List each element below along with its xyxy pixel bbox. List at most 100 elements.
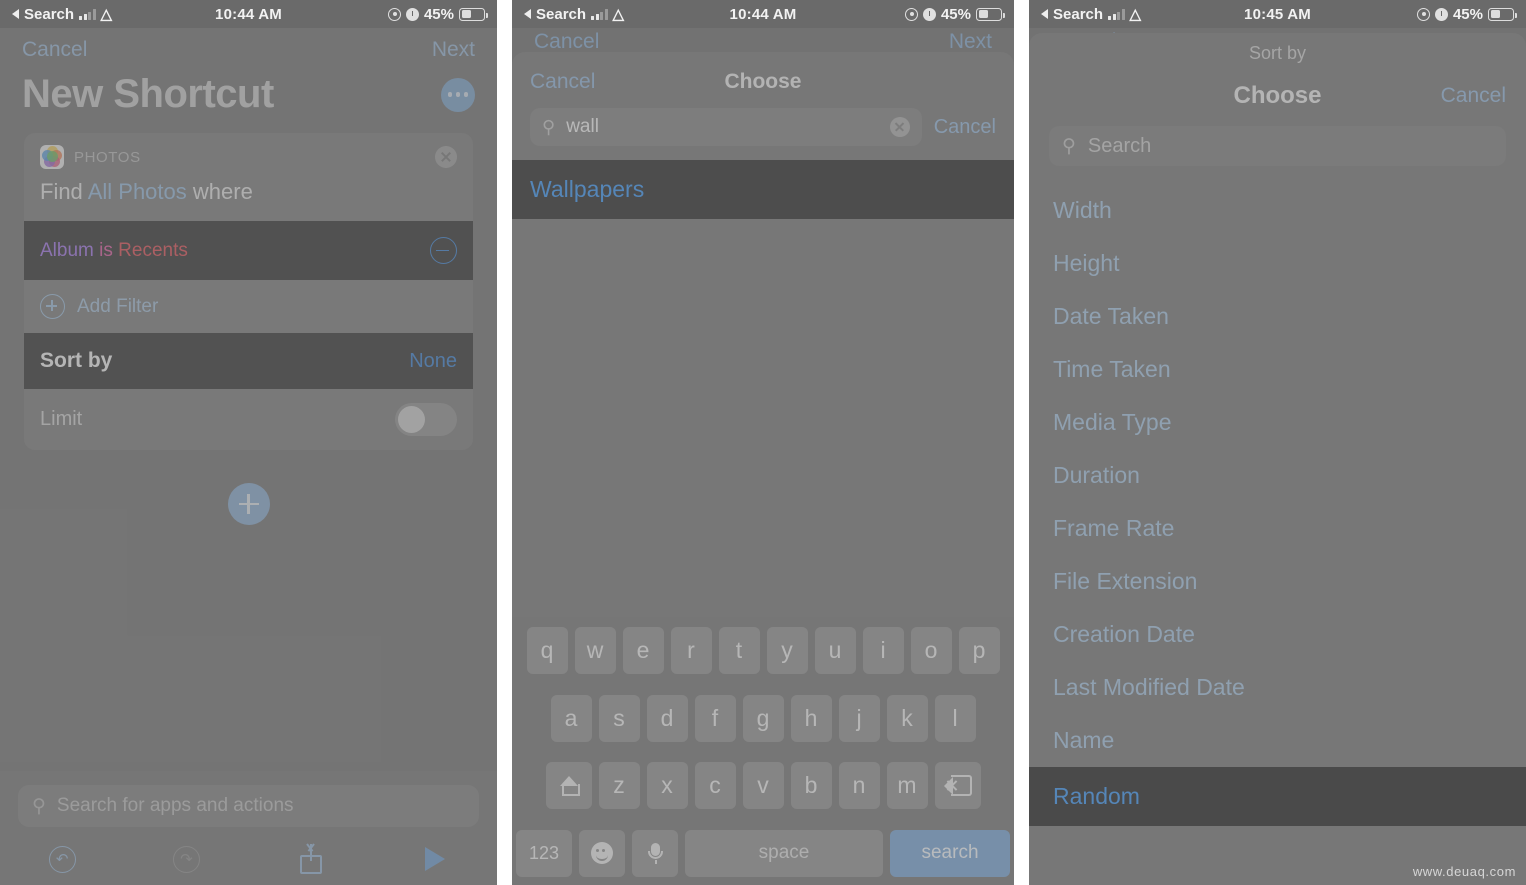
- add-filter-row[interactable]: Add Filter: [24, 280, 473, 333]
- sheet-cancel-button[interactable]: Cancel: [530, 70, 640, 94]
- search-key[interactable]: search: [890, 829, 1010, 877]
- panel-divider-1: [497, 0, 512, 885]
- key-w[interactable]: w: [574, 627, 616, 674]
- album-search-input[interactable]: ⚲ wall: [530, 108, 922, 146]
- key-b[interactable]: b: [790, 762, 832, 810]
- clear-search-icon[interactable]: [889, 117, 910, 137]
- sheet-top-title: Sort by: [1248, 43, 1307, 63]
- key-a[interactable]: a: [550, 694, 592, 742]
- key-z[interactable]: z: [598, 762, 640, 810]
- key-m[interactable]: m: [886, 762, 928, 810]
- sort-option-name[interactable]: Name: [1029, 714, 1526, 767]
- filter-expression: Album is Recents: [40, 240, 430, 262]
- key-u[interactable]: u: [814, 627, 856, 674]
- keyboard-row-2: a s d f g h j k l: [516, 694, 1010, 742]
- battery-percent-label: 45%: [1452, 5, 1483, 23]
- search-actions-field[interactable]: ⚲ Search for apps and actions: [18, 785, 479, 827]
- more-options-button[interactable]: [441, 77, 475, 112]
- delete-key[interactable]: [934, 762, 981, 810]
- watermark: www.deuaq.com: [1412, 864, 1516, 879]
- shift-icon: [558, 775, 580, 797]
- sort-option-creation-date[interactable]: Creation Date: [1029, 608, 1526, 661]
- sort-option-width[interactable]: Width: [1029, 184, 1526, 237]
- find-statement: Find All Photos where: [24, 175, 473, 221]
- sort-option-time-taken[interactable]: Time Taken: [1029, 343, 1526, 396]
- battery-icon: [459, 7, 488, 21]
- sort-option-height[interactable]: Height: [1029, 237, 1526, 290]
- key-v[interactable]: v: [742, 762, 784, 810]
- key-i[interactable]: i: [862, 627, 904, 674]
- filter-value-label[interactable]: Recents: [118, 240, 188, 261]
- sort-option-duration[interactable]: Duration: [1029, 449, 1526, 502]
- next-button[interactable]: Next: [432, 38, 475, 62]
- key-x[interactable]: x: [646, 762, 688, 810]
- search-placeholder: Search for apps and actions: [56, 795, 294, 816]
- limit-toggle[interactable]: [395, 403, 457, 436]
- key-p[interactable]: p: [958, 627, 1000, 674]
- limit-row[interactable]: Limit: [24, 389, 473, 450]
- status-bar: Search △ 10:44 AM 45%: [512, 0, 1014, 28]
- sort-search-input[interactable]: ⚲ Search: [1049, 126, 1506, 166]
- play-button[interactable]: [373, 847, 497, 871]
- sheet-cancel-button[interactable]: Cancel: [1396, 84, 1506, 108]
- status-right: 45%: [387, 6, 488, 23]
- key-d[interactable]: d: [646, 694, 688, 742]
- key-g[interactable]: g: [742, 694, 784, 742]
- key-f[interactable]: f: [694, 694, 736, 742]
- key-n[interactable]: n: [838, 762, 880, 810]
- space-key[interactable]: space: [685, 829, 883, 877]
- onscreen-keyboard: q w e r t y u i o p a s d f g h j k l z …: [512, 617, 1014, 885]
- sort-by-value[interactable]: None: [409, 350, 457, 373]
- filter-field-label[interactable]: Album: [40, 240, 94, 261]
- key-e[interactable]: e: [622, 627, 664, 674]
- filter-operator-label[interactable]: is: [99, 240, 113, 261]
- key-q[interactable]: q: [526, 627, 568, 674]
- cancel-button-background: Cancel: [534, 30, 600, 53]
- cancel-button[interactable]: Cancel: [22, 38, 87, 62]
- sort-option-file-extension[interactable]: File Extension: [1029, 555, 1526, 608]
- page-title: New Shortcut: [22, 72, 274, 116]
- sort-option-date-taken[interactable]: Date Taken: [1029, 290, 1526, 343]
- editor-toolbar: ↶ ↷: [0, 833, 497, 885]
- filter-row[interactable]: Album is Recents: [24, 221, 473, 280]
- key-l[interactable]: l: [934, 694, 976, 742]
- key-c[interactable]: c: [694, 762, 736, 810]
- photos-action-card[interactable]: PHOTOS Find All Photos where Album is Re…: [24, 133, 473, 450]
- add-action-button[interactable]: [227, 483, 270, 525]
- redo-button[interactable]: ↷: [124, 845, 248, 873]
- status-bar: Search △ 10:44 AM 45%: [0, 0, 497, 28]
- sheet-title: Choose: [1233, 82, 1322, 109]
- remove-filter-icon[interactable]: [430, 237, 457, 264]
- remove-action-icon[interactable]: [435, 146, 457, 168]
- key-h[interactable]: h: [790, 694, 832, 742]
- sort-option-last-modified-date[interactable]: Last Modified Date: [1029, 661, 1526, 714]
- microphone-icon: [647, 842, 663, 864]
- alarm-clock-icon: [1434, 7, 1448, 21]
- sort-option-random[interactable]: Random: [1029, 767, 1526, 826]
- sheet-search-row: ⚲ wall Cancel: [512, 104, 1014, 160]
- numbers-key[interactable]: 123: [516, 829, 572, 877]
- undo-button[interactable]: ↶: [0, 845, 124, 873]
- sort-option-media-type[interactable]: Media Type: [1029, 396, 1526, 449]
- battery-icon: [976, 7, 1005, 21]
- key-k[interactable]: k: [886, 694, 928, 742]
- key-y[interactable]: y: [766, 627, 808, 674]
- key-t[interactable]: t: [718, 627, 760, 674]
- share-button[interactable]: [249, 844, 373, 874]
- keyboard-row-1: q w e r t y u i o p: [516, 627, 1010, 674]
- sort-option-frame-rate[interactable]: Frame Rate: [1029, 502, 1526, 555]
- find-value-button[interactable]: All Photos: [88, 179, 187, 204]
- search-result-row[interactable]: Wallpapers: [512, 160, 1014, 219]
- key-o[interactable]: o: [910, 627, 952, 674]
- sort-by-row[interactable]: Sort by None: [24, 333, 473, 389]
- alarm-clock-icon: [405, 7, 419, 21]
- key-s[interactable]: s: [598, 694, 640, 742]
- key-r[interactable]: r: [670, 627, 712, 674]
- search-cancel-button[interactable]: Cancel: [934, 116, 996, 139]
- dictation-key[interactable]: [632, 829, 678, 877]
- emoji-key[interactable]: [579, 829, 625, 877]
- undo-icon: ↶: [48, 845, 76, 873]
- shift-key[interactable]: [545, 762, 592, 810]
- key-j[interactable]: j: [838, 694, 880, 742]
- play-icon: [424, 847, 445, 871]
